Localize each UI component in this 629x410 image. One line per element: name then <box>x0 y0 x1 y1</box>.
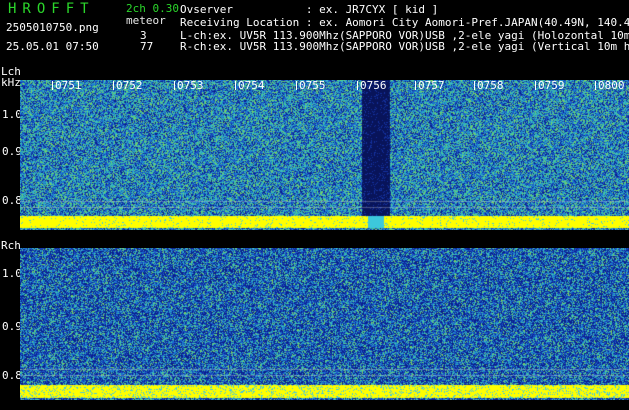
filename-label: 2505010750.png <box>6 21 99 34</box>
datetime-label: 25.05.01 07:50 <box>6 40 99 53</box>
time-tick-0751: 0751 <box>52 79 82 92</box>
rch-spectrogram-canvas <box>20 248 629 400</box>
mode-label: 2ch 0.30 <box>126 2 179 15</box>
time-tick-0800: 0800 <box>595 79 625 92</box>
time-axis: 0751 0752 0753 0754 0755 0756 0757 0758 … <box>20 80 629 92</box>
lch-spectrogram-canvas <box>20 80 629 230</box>
rch-spectrogram <box>20 248 629 400</box>
time-tick-0752: 0752 <box>113 79 143 92</box>
lch-ytick-1-0: 1.0 <box>2 108 22 121</box>
time-tick-0758: 0758 <box>474 79 504 92</box>
rch-label: Rch <box>1 239 21 252</box>
rch-ytick-0-8: 0.8 <box>2 369 22 382</box>
location-info: Receiving Location : ex. Aomori City Aom… <box>180 16 629 29</box>
app-title: HROFFT <box>8 1 95 17</box>
meteor-label: meteor <box>126 14 166 27</box>
time-tick-0759: 0759 <box>535 79 565 92</box>
lch-unit-label: kHz <box>1 76 21 89</box>
observer-info: Ovserver : ex. JR7CYX [ kid ] <box>180 3 439 16</box>
hrofft-window: HROFFT 2ch 0.30 meteor 2505010750.png 3 … <box>0 0 629 410</box>
rch-ytick-1-0: 1.0 <box>2 267 22 280</box>
time-tick-0754: 0754 <box>235 79 265 92</box>
time-tick-0756: 0756 <box>357 79 387 92</box>
time-tick-0757: 0757 <box>415 79 445 92</box>
time-tick-0755: 0755 <box>296 79 326 92</box>
lch-ytick-0-8: 0.8 <box>2 194 22 207</box>
lch-spectrogram <box>20 80 629 230</box>
meteor-count-rch: 77 <box>140 40 154 53</box>
time-tick-0753: 0753 <box>174 79 204 92</box>
lch-ytick-0-9: 0.9 <box>2 145 22 158</box>
rch-ytick-0-9: 0.9 <box>2 320 22 333</box>
rch-receiver-info: R-ch:ex. UV5R 113.900Mhz(SAPPORO VOR)USB… <box>180 40 629 53</box>
